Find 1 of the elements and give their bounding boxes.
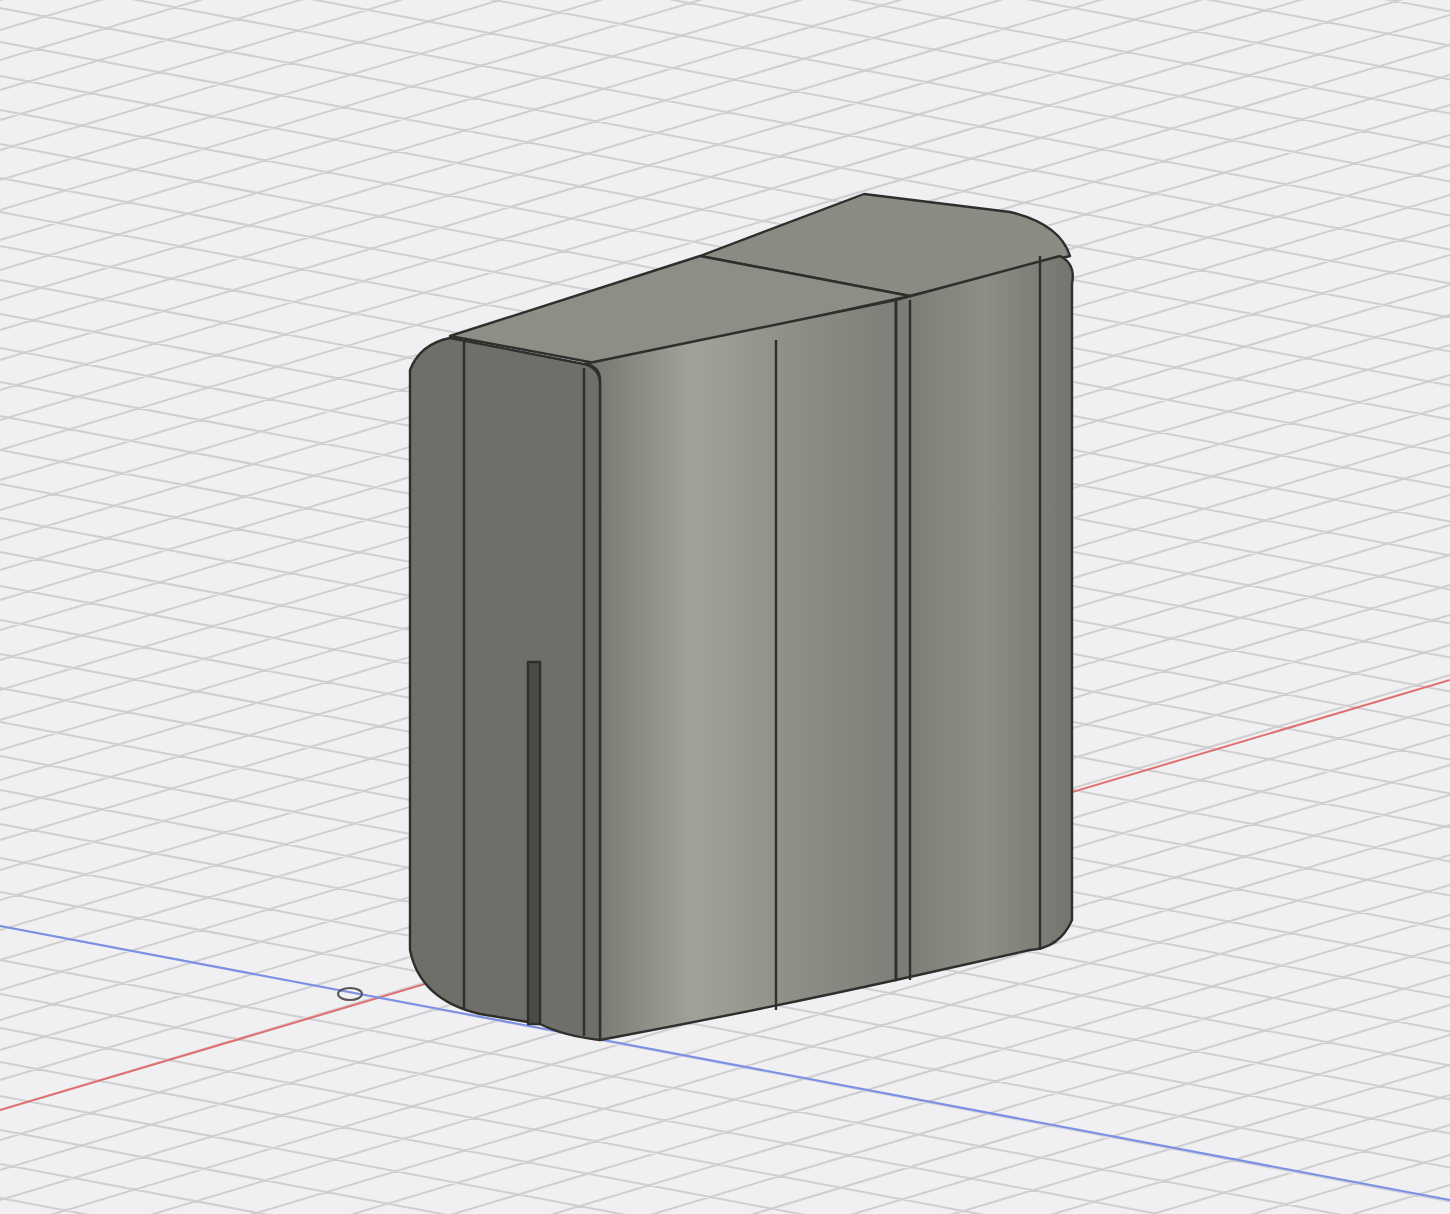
origin-icon [337, 987, 363, 1001]
